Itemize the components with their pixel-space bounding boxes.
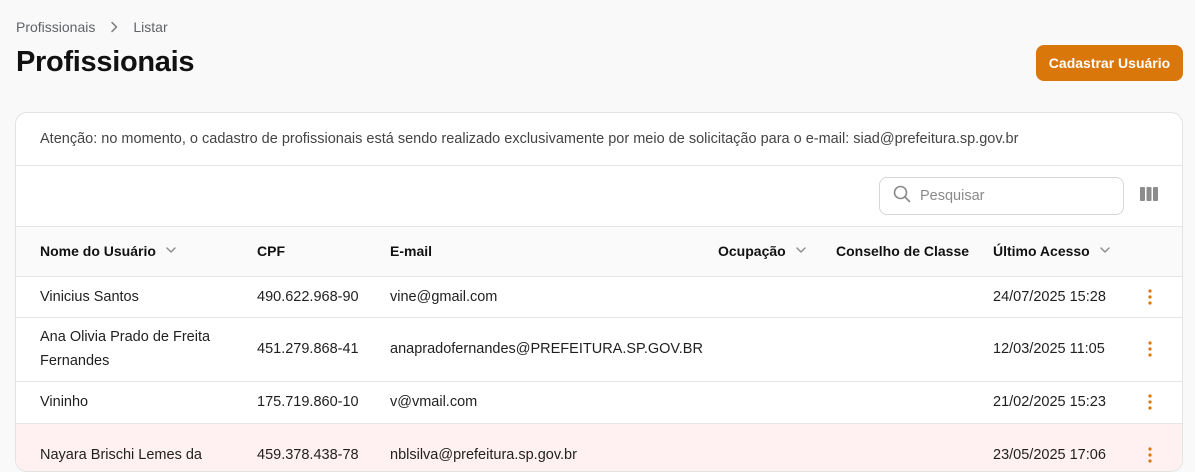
- table-row[interactable]: Nayara Brischi Lemes da 459.378.438-78 n…: [16, 423, 1182, 471]
- cell-email: v@vmail.com: [390, 381, 718, 424]
- search-icon: [892, 184, 912, 209]
- column-header-label: Ocupação: [718, 243, 786, 260]
- cell-nome: Ana Olivia Prado de Freita Fernandes: [16, 317, 257, 382]
- more-options-icon[interactable]: [1138, 443, 1162, 467]
- search-box: [879, 177, 1124, 215]
- cell-actions: [1138, 423, 1182, 471]
- column-header-conselho: Conselho de Classe: [836, 227, 993, 277]
- column-header-cpf: CPF: [257, 227, 390, 277]
- cell-ocupacao: [718, 423, 836, 471]
- cell-nome: Nayara Brischi Lemes da: [16, 423, 257, 471]
- cell-cpf: 175.719.860-10: [257, 381, 390, 424]
- chevron-down-icon: [1098, 243, 1112, 260]
- cell-ultimo-acesso: 12/03/2025 11:05: [993, 317, 1138, 382]
- table-row[interactable]: Vininho 175.719.860-10 v@vmail.com 21/02…: [16, 381, 1182, 424]
- breadcrumb-item-listar: Listar: [133, 19, 168, 35]
- cell-ocupacao: [718, 276, 836, 318]
- cell-conselho: [836, 276, 993, 318]
- cell-email: nblsilva@prefeitura.sp.gov.br: [390, 423, 718, 471]
- cell-actions: [1138, 276, 1182, 318]
- cell-ultimo-acesso: 23/05/2025 17:06: [993, 423, 1138, 471]
- cell-conselho: [836, 317, 993, 382]
- columns-toggle-button[interactable]: [1136, 184, 1162, 208]
- table-toolbar: [16, 166, 1182, 227]
- more-options-icon[interactable]: [1138, 390, 1162, 414]
- column-header-ultimo-acesso[interactable]: Último Acesso: [993, 227, 1138, 277]
- table-header-row: Nome do Usuário CPF E-mail Ocupação Cons…: [16, 227, 1182, 277]
- cell-actions: [1138, 381, 1182, 424]
- column-header-label: Nome do Usuário: [40, 243, 156, 260]
- cell-nome: Vininho: [16, 381, 257, 424]
- cell-cpf: 451.279.868-41: [257, 317, 390, 382]
- column-header-label: CPF: [257, 243, 285, 260]
- chevron-right-icon: [105, 18, 123, 36]
- notice-banner: Atenção: no momento, o cadastro de profi…: [16, 113, 1182, 166]
- professionals-card: Atenção: no momento, o cadastro de profi…: [15, 112, 1183, 472]
- chevron-down-icon: [164, 243, 178, 260]
- notice-text: Atenção: no momento, o cadastro de profi…: [40, 131, 1019, 147]
- page-title: Profissionais: [16, 46, 195, 78]
- column-header-ocupacao[interactable]: Ocupação: [718, 227, 836, 277]
- column-header-label: Último Acesso: [993, 243, 1090, 260]
- table-row[interactable]: Ana Olivia Prado de Freita Fernandes 451…: [16, 317, 1182, 382]
- register-user-button[interactable]: Cadastrar Usuário: [1036, 45, 1183, 81]
- search-input[interactable]: [920, 188, 1110, 204]
- cell-ocupacao: [718, 317, 836, 382]
- breadcrumb: Profissionais Listar: [16, 18, 168, 36]
- chevron-down-icon: [794, 243, 808, 260]
- more-options-icon[interactable]: [1138, 285, 1162, 309]
- table-row[interactable]: Vinicius Santos 490.622.968-90 vine@gmai…: [16, 276, 1182, 318]
- column-header-actions: [1138, 227, 1182, 277]
- cell-cpf: 459.378.438-78: [257, 423, 390, 471]
- cell-email: vine@gmail.com: [390, 276, 718, 318]
- column-header-nome[interactable]: Nome do Usuário: [16, 227, 257, 277]
- cell-email: anapradofernandes@PREFEITURA.SP.GOV.BR: [390, 317, 718, 382]
- columns-icon: [1139, 186, 1159, 207]
- professionals-table: Nome do Usuário CPF E-mail Ocupação Cons…: [16, 227, 1182, 471]
- column-header-email: E-mail: [390, 227, 718, 277]
- cell-cpf: 490.622.968-90: [257, 276, 390, 318]
- cell-ultimo-acesso: 21/02/2025 15:23: [993, 381, 1138, 424]
- more-options-icon[interactable]: [1138, 337, 1162, 361]
- breadcrumb-item-profissionais[interactable]: Profissionais: [16, 19, 95, 35]
- column-header-label: E-mail: [390, 243, 433, 260]
- cell-nome: Vinicius Santos: [16, 276, 257, 318]
- cell-actions: [1138, 317, 1182, 382]
- cell-conselho: [836, 381, 993, 424]
- cell-ocupacao: [718, 381, 836, 424]
- cell-conselho: [836, 423, 993, 471]
- column-header-label: Conselho de Classe: [836, 243, 970, 260]
- cell-ultimo-acesso: 24/07/2025 15:28: [993, 276, 1138, 318]
